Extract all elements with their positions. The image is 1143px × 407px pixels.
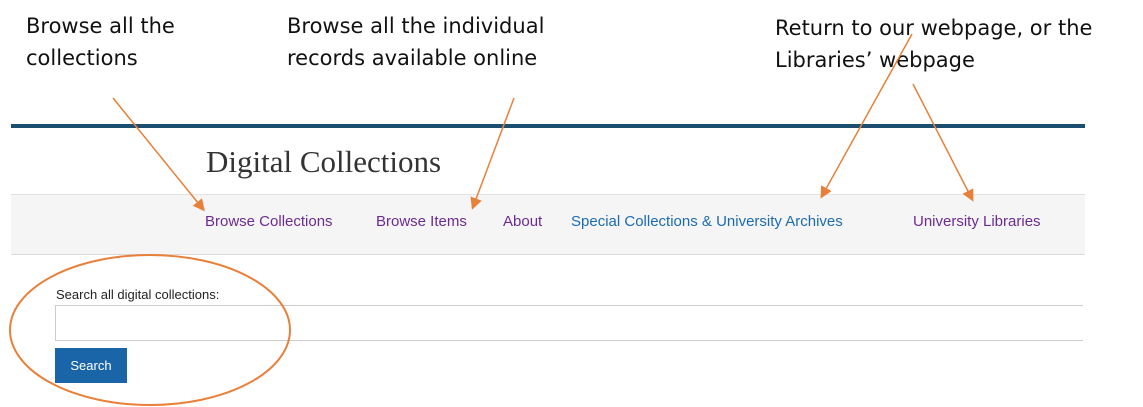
header-top-rule xyxy=(11,124,1085,128)
nav-link-browse-collections[interactable]: Browse Collections xyxy=(205,212,333,232)
callout-return-webpages: Return to our webpage, or the Libraries’… xyxy=(775,16,1093,72)
arrow-browse-collections xyxy=(112,97,205,212)
search-label: Search all digital collections: xyxy=(56,287,220,302)
nav-link-about[interactable]: About xyxy=(503,212,542,232)
callout-browse-items: Browse all the individual records availa… xyxy=(287,14,545,70)
callout-browse-collections: Browse all the collections xyxy=(26,14,175,70)
search-input[interactable] xyxy=(55,305,1083,341)
search-button[interactable]: Search xyxy=(55,348,127,383)
site-title: Digital Collections xyxy=(206,144,442,179)
nav-link-university-libraries[interactable]: University Libraries xyxy=(913,212,1041,232)
arrow-browse-items xyxy=(470,97,515,210)
arrow-university-libraries xyxy=(912,83,974,202)
nav-link-special-collections[interactable]: Special Collections & University Archive… xyxy=(571,212,843,232)
nav-link-browse-items[interactable]: Browse Items xyxy=(376,212,467,232)
